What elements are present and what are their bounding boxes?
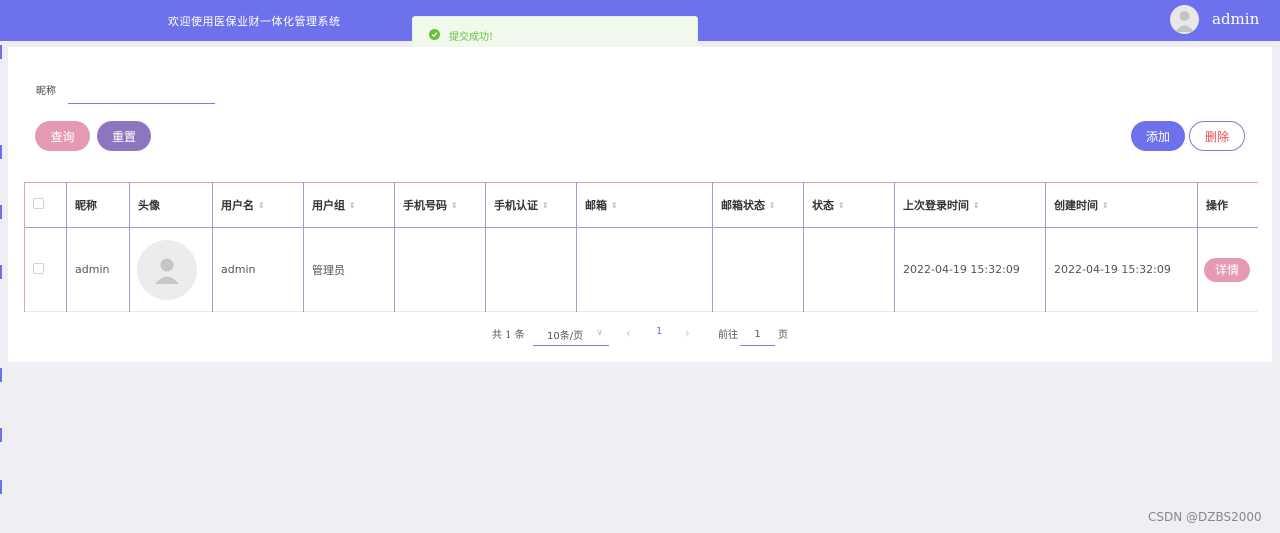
cell-phone-verified: [485, 227, 577, 312]
user-table: 昵称 头像 用户名 ⇕ 用户组 ⇕ 手机号码 ⇕ 手机认证 ⇕ 邮箱 ⇕ 邮箱状态 ⇕ 状态…: [24, 182, 1258, 312]
cell-group: 管理员: [303, 227, 395, 312]
sort-icon[interactable]: ⇕: [611, 202, 618, 210]
nickname-search-label: 昵称: [36, 86, 56, 97]
row-select-cell[interactable]: [24, 227, 67, 312]
col-operation: 操作: [1206, 199, 1228, 212]
next-page-icon[interactable]: ›: [685, 326, 690, 340]
current-page-number[interactable]: 1: [656, 326, 662, 337]
page-size-select[interactable]: 10条/页 ∨: [533, 324, 609, 346]
header-username[interactable]: admin: [1212, 10, 1259, 28]
row-checkbox[interactable]: [33, 262, 44, 274]
col-status[interactable]: 状态 ⇕: [803, 182, 895, 228]
delete-button[interactable]: 删除: [1189, 121, 1245, 151]
cell-created: 2022-04-19 15:32:09: [1045, 227, 1198, 312]
col-last-login-label: 上次登录时间: [903, 199, 969, 212]
cell-avatar: [129, 227, 213, 312]
select-all-checkbox[interactable]: [33, 198, 44, 209]
reset-button[interactable]: 重置: [97, 121, 151, 151]
query-button[interactable]: 查询: [35, 121, 90, 151]
col-phone-label: 手机号码: [403, 199, 447, 212]
goto-page-input[interactable]: 1: [740, 324, 775, 346]
cell-email: [576, 227, 713, 312]
table-header-row: 昵称 头像 用户名 ⇕ 用户组 ⇕ 手机号码 ⇕ 手机认证 ⇕ 邮箱 ⇕ 邮箱状态 ⇕ 状态…: [24, 182, 1258, 228]
col-email-label: 邮箱: [585, 199, 607, 212]
cell-operation: 详情: [1198, 228, 1258, 312]
col-email[interactable]: 邮箱 ⇕: [576, 182, 713, 228]
sort-icon[interactable]: ⇕: [349, 202, 356, 210]
cell-nickname: admin: [66, 227, 130, 312]
col-created-label: 创建时间: [1054, 199, 1098, 212]
col-phone-verified[interactable]: 手机认证 ⇕: [485, 182, 577, 228]
add-button[interactable]: 添加: [1131, 121, 1185, 151]
app-title: 欢迎使用医保业财一体化管理系统: [168, 15, 341, 28]
chevron-down-icon: ∨: [596, 328, 603, 338]
col-phone[interactable]: 手机号码 ⇕: [394, 182, 486, 228]
select-all-cell[interactable]: [24, 182, 67, 228]
toast-message: 提交成功!: [449, 32, 494, 43]
col-phone-verified-label: 手机认证: [494, 199, 538, 212]
prev-page-icon[interactable]: ‹: [626, 326, 631, 340]
user-avatar-icon[interactable]: [1170, 5, 1199, 34]
sort-icon[interactable]: ⇕: [258, 202, 265, 210]
check-circle-icon: [429, 29, 440, 40]
sort-icon[interactable]: ⇕: [973, 202, 980, 210]
col-email-status[interactable]: 邮箱状态 ⇕: [712, 182, 804, 228]
col-status-label: 状态: [812, 199, 834, 212]
sort-icon[interactable]: ⇕: [769, 202, 776, 210]
col-username[interactable]: 用户名 ⇕: [212, 182, 304, 228]
cell-phone: [394, 227, 486, 312]
table-row: admin admin 管理员 2022-04-19 15:32:09 2022…: [24, 227, 1258, 312]
col-created[interactable]: 创建时间 ⇕: [1045, 182, 1198, 228]
col-avatar: 头像: [129, 182, 213, 228]
col-nickname: 昵称: [66, 182, 130, 228]
page-size-value: 10条/页: [547, 331, 584, 342]
goto-label: 前往: [718, 330, 738, 341]
cell-status: [803, 227, 895, 312]
col-group-label: 用户组: [312, 199, 345, 212]
col-last-login[interactable]: 上次登录时间 ⇕: [894, 182, 1046, 228]
sort-icon[interactable]: ⇕: [1102, 202, 1109, 210]
nickname-search-input[interactable]: [68, 80, 215, 104]
cell-email-status: [712, 227, 804, 312]
cell-username: admin: [212, 227, 304, 312]
page-unit-label: 页: [778, 330, 788, 341]
col-group[interactable]: 用户组 ⇕: [303, 182, 395, 228]
cell-last-login: 2022-04-19 15:32:09: [894, 227, 1046, 312]
user-avatar-icon[interactable]: [137, 239, 197, 300]
col-username-label: 用户名: [221, 199, 254, 212]
sort-icon[interactable]: ⇕: [542, 202, 549, 210]
pagination-total: 共 1 条: [492, 330, 525, 341]
detail-button[interactable]: 详情: [1204, 257, 1250, 282]
col-email-status-label: 邮箱状态: [721, 199, 765, 212]
sort-icon[interactable]: ⇕: [838, 202, 845, 210]
watermark: CSDN @DZBS2000: [1148, 510, 1262, 524]
sort-icon[interactable]: ⇕: [451, 202, 458, 210]
